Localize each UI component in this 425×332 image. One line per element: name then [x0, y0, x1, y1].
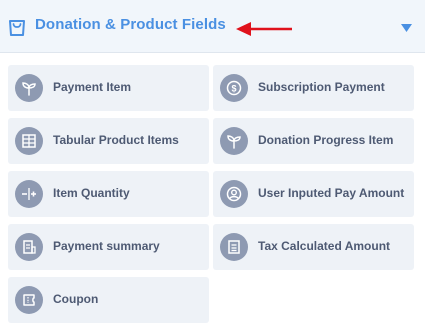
panel-title: Donation & Product Fields: [35, 16, 226, 33]
user-circle-icon: [220, 180, 248, 208]
dollar-circle-icon: $: [220, 74, 248, 102]
table-icon: [15, 127, 43, 155]
field-label: Item Quantity: [53, 186, 130, 200]
field-label: Tabular Product Items: [53, 133, 179, 147]
field-subscription-payment[interactable]: $ Subscription Payment: [213, 65, 414, 111]
field-label: Subscription Payment: [258, 80, 385, 94]
field-user-inputed-pay-amount[interactable]: User Inputed Pay Amount: [213, 171, 414, 217]
field-coupon[interactable]: Coupon: [8, 277, 209, 323]
field-tax-calculated-amount[interactable]: Tax Calculated Amount: [213, 224, 414, 270]
annotation-arrow: [236, 22, 292, 36]
svg-text:$: $: [231, 84, 236, 94]
sprout-icon: [15, 74, 43, 102]
receipt-icon: [15, 233, 43, 261]
calculator-icon: [220, 233, 248, 261]
ticket-icon: [15, 286, 43, 314]
field-label: Coupon: [53, 292, 99, 306]
field-label: Donation Progress Item: [258, 133, 394, 147]
field-payment-summary[interactable]: Payment summary: [8, 224, 209, 270]
field-label: Payment Item: [53, 80, 132, 94]
field-item-quantity[interactable]: Item Quantity: [8, 171, 209, 217]
quantity-stepper-icon: [15, 180, 43, 208]
field-label: User Inputed Pay Amount: [258, 186, 405, 200]
caret-down-icon[interactable]: [401, 24, 412, 32]
panel-header[interactable]: Donation & Product Fields: [0, 0, 425, 53]
field-tabular-product-items[interactable]: Tabular Product Items: [8, 118, 209, 164]
field-label: Payment summary: [53, 239, 160, 253]
field-donation-progress-item[interactable]: Donation Progress Item: [213, 118, 414, 164]
field-label: Tax Calculated Amount: [258, 239, 391, 253]
field-payment-item[interactable]: Payment Item: [8, 65, 209, 111]
shopping-bag-icon: [9, 20, 25, 36]
sprout-icon: [220, 127, 248, 155]
